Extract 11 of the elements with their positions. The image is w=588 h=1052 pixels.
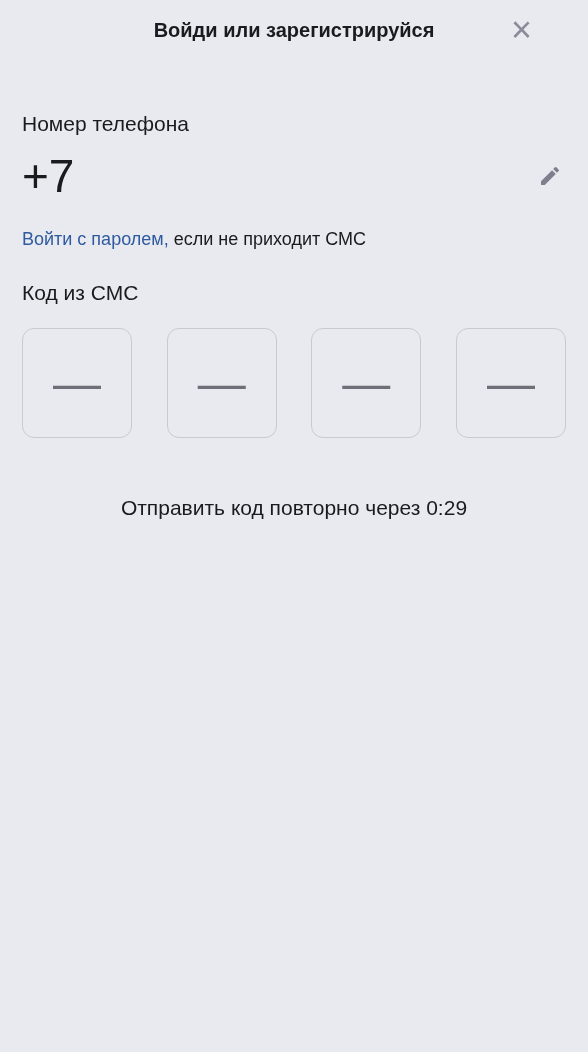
- field-label: Код из СМС: [22, 280, 139, 304]
- resend-timer: Отправить код повторно через 0:29: [120, 495, 468, 521]
- code-field[interactable]: —: [166, 328, 277, 438]
- phone-value: +7: [22, 148, 75, 204]
- code-field[interactable]: —: [455, 328, 566, 438]
- dialog-title: Войди или зарегистрируйся: [153, 18, 435, 43]
- code-field[interactable]: —: [22, 328, 132, 438]
- field-label: Номер телефона: [22, 112, 189, 135]
- password-hint: Войти с паролем, если не приходит СМС: [22, 227, 367, 251]
- password-login-link[interactable]: Войти с паролем,: [22, 228, 169, 249]
- code-field[interactable]: —: [311, 328, 422, 438]
